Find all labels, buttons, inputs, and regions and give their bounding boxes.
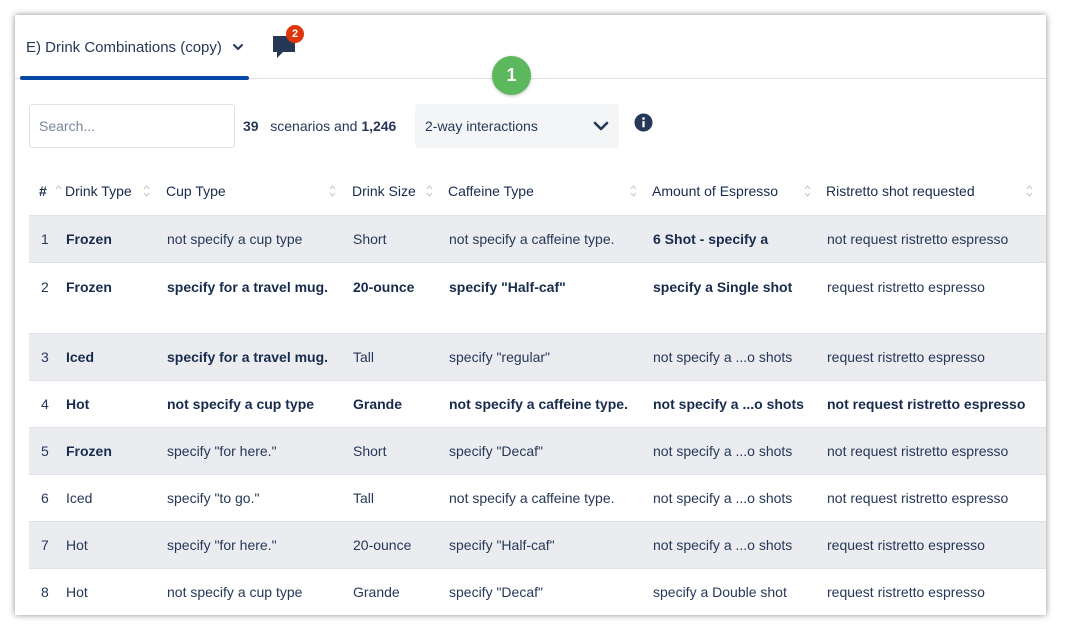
- cell-espresso: not specify a ...o shots: [653, 442, 793, 459]
- interaction-count: 1,246: [361, 118, 397, 134]
- cell-drink-type: Iced: [66, 489, 93, 506]
- cell-drink-type: Iced: [66, 348, 95, 365]
- cell-drink-size: Grande: [353, 583, 400, 600]
- scenario-count: 39: [243, 118, 259, 134]
- cell-ristretto: not request ristretto espresso: [827, 489, 1009, 506]
- column-header-caffeine-type[interactable]: Caffeine Type: [448, 168, 652, 215]
- cell-drink-size: Tall: [353, 489, 375, 506]
- cell-number: 8: [41, 583, 49, 600]
- tab-bar: E) Drink Combinations (copy) 2: [15, 15, 1046, 80]
- cell-number: 6: [41, 489, 49, 506]
- sort-icon: [630, 185, 637, 197]
- sort-icon: [1026, 185, 1033, 197]
- cell-caffeine-type: specify "Half-caf": [449, 536, 555, 553]
- table-row[interactable]: 8 Hot not specify a cup type Grande spec…: [29, 568, 1046, 615]
- cell-number: 3: [41, 348, 49, 365]
- cell-caffeine-type: specify "Decaf": [449, 583, 543, 600]
- cell-drink-size: Tall: [353, 348, 375, 365]
- cell-espresso: 6 Shot - specify a: [653, 230, 769, 247]
- cell-cup-type: not specify a cup type: [167, 395, 315, 412]
- step-badge: 1: [492, 56, 531, 95]
- cell-number: 2: [41, 278, 49, 295]
- column-header-ristretto-shot[interactable]: Ristretto shot requested: [826, 168, 1046, 215]
- sort-icon: [804, 185, 811, 197]
- cell-drink-type: Hot: [66, 536, 88, 553]
- tab-drink-combinations[interactable]: E) Drink Combinations (copy): [20, 15, 249, 80]
- scenarios-table: # Drink Type Cup Type Drink Size Caffein…: [29, 168, 1046, 615]
- cell-espresso: specify a Single shot: [653, 278, 793, 295]
- active-tab-indicator: [20, 76, 249, 80]
- info-icon[interactable]: [634, 113, 653, 132]
- cell-espresso: specify a Double shot: [653, 583, 787, 600]
- cell-number: 4: [41, 395, 49, 412]
- cell-cup-type: not specify a cup type: [167, 583, 303, 600]
- cell-ristretto: request ristretto espresso: [827, 278, 985, 295]
- cell-caffeine-type: not specify a caffeine type.: [449, 489, 615, 506]
- cell-ristretto: not request ristretto espresso: [827, 442, 1009, 459]
- table-row[interactable]: 4 Hot not specify a cup type Grande not …: [29, 380, 1046, 427]
- table-row[interactable]: 6 Iced specify "to go." Tall not specify…: [29, 474, 1046, 521]
- cell-cup-type: not specify a cup type: [167, 230, 303, 247]
- cell-ristretto: not request ristretto espresso: [827, 230, 1009, 247]
- app-window: E) Drink Combinations (copy) 2 1 39 scen…: [15, 15, 1046, 615]
- cell-caffeine-type: not specify a caffeine type.: [449, 230, 615, 247]
- table-row[interactable]: 2 Frozen specify for a travel mug. 20-ou…: [29, 262, 1046, 333]
- cell-espresso: not specify a ...o shots: [653, 489, 793, 506]
- cell-caffeine-type: not specify a caffeine type.: [449, 395, 628, 412]
- table-header-row: # Drink Type Cup Type Drink Size Caffein…: [29, 168, 1046, 215]
- cell-number: 1: [41, 230, 49, 247]
- cell-espresso: not specify a ...o shots: [653, 536, 793, 553]
- column-header-drink-type[interactable]: Drink Type: [65, 168, 166, 215]
- column-header-amount-of-espresso[interactable]: Amount of Espresso: [652, 168, 826, 215]
- interaction-strength-value: 2-way interactions: [425, 118, 538, 134]
- column-header-number[interactable]: #: [29, 168, 65, 215]
- cell-drink-size: 20-ounce: [353, 278, 415, 295]
- tab-title: E) Drink Combinations (copy): [26, 38, 222, 56]
- sort-icon: [426, 185, 433, 197]
- sort-icon: [143, 185, 150, 197]
- table-row[interactable]: 5 Frozen specify "for here." Short speci…: [29, 427, 1046, 474]
- cell-ristretto: request ristretto espresso: [827, 348, 985, 365]
- cell-drink-type: Hot: [66, 395, 90, 412]
- cell-drink-type: Frozen: [66, 230, 112, 247]
- search-input[interactable]: [29, 104, 235, 148]
- summary-text: scenarios and: [270, 118, 358, 134]
- cell-ristretto: request ristretto espresso: [827, 536, 985, 553]
- chevron-down-icon[interactable]: [232, 41, 244, 53]
- table-row[interactable]: 3 Iced specify for a travel mug. Tall sp…: [29, 333, 1046, 380]
- cell-drink-size: Short: [353, 442, 387, 459]
- table-row[interactable]: 7 Hot specify "for here." 20-ounce speci…: [29, 521, 1046, 568]
- cell-cup-type: specify for a travel mug.: [167, 348, 329, 365]
- cell-espresso: not specify a ...o shots: [653, 395, 804, 412]
- sort-icon: [55, 185, 62, 190]
- cell-drink-size: 20-ounce: [353, 536, 412, 553]
- scenario-summary: 39 scenarios and 1,246: [243, 118, 396, 134]
- cell-cup-type: specify "for here.": [167, 442, 277, 459]
- cell-cup-type: specify "to go.": [167, 489, 260, 506]
- cell-caffeine-type: specify "regular": [449, 348, 550, 365]
- cell-drink-size: Short: [353, 230, 387, 247]
- cell-drink-type: Hot: [66, 583, 88, 600]
- sort-icon: [329, 185, 336, 197]
- cell-drink-size: Grande: [353, 395, 403, 412]
- cell-caffeine-type: specify "Half-caf": [449, 278, 566, 295]
- cell-ristretto: request ristretto espresso: [827, 583, 985, 600]
- cell-drink-type: Frozen: [66, 442, 112, 459]
- cell-espresso: not specify a ...o shots: [653, 348, 793, 365]
- column-header-drink-size[interactable]: Drink Size: [352, 168, 448, 215]
- cell-number: 7: [41, 536, 49, 553]
- cell-ristretto: not request ristretto espresso: [827, 395, 1026, 412]
- cell-cup-type: specify for a travel mug.: [167, 278, 329, 295]
- chevron-down-icon: [593, 121, 609, 131]
- comment-count-badge: 2: [286, 25, 304, 43]
- cell-cup-type: specify "for here.": [167, 536, 277, 553]
- cell-caffeine-type: specify "Decaf": [449, 442, 543, 459]
- table-row[interactable]: 1 Frozen not specify a cup type Short no…: [29, 215, 1046, 262]
- cell-number: 5: [41, 442, 49, 459]
- column-header-cup-type[interactable]: Cup Type: [166, 168, 352, 215]
- interaction-strength-select[interactable]: 2-way interactions: [415, 104, 619, 148]
- cell-drink-type: Frozen: [66, 278, 112, 295]
